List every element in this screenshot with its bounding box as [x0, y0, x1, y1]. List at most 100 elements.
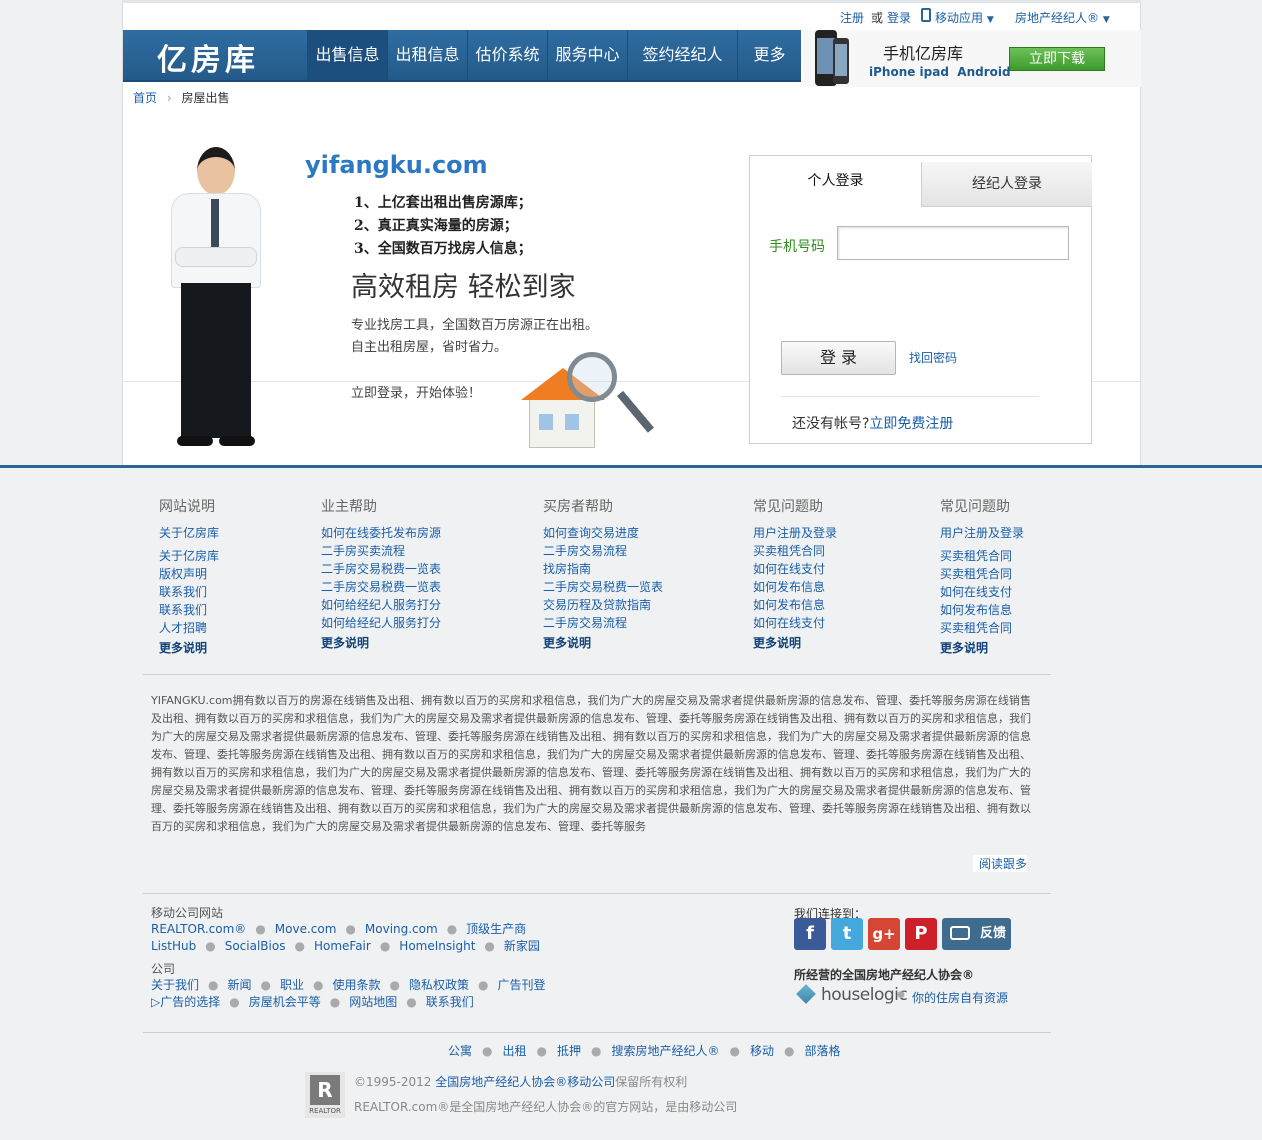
footer-link[interactable]: 交易历程及贷款指南: [543, 596, 663, 614]
nav-agents[interactable]: 签约经纪人: [627, 30, 737, 80]
footer-link[interactable]: 关于亿房库: [159, 547, 219, 565]
nav-valuation[interactable]: 估价系统: [467, 30, 547, 80]
read-more-link[interactable]: 阅读跟多: [973, 855, 1028, 872]
association-link[interactable]: 全国房地产经纪人协会®: [435, 1075, 567, 1089]
footer-link[interactable]: 买卖租凭合同: [940, 547, 1024, 565]
site-link[interactable]: ListHub: [151, 939, 196, 953]
pinterest-icon[interactable]: P: [905, 918, 937, 950]
footer-link[interactable]: 如何发布信息: [940, 601, 1024, 619]
footer-link[interactable]: 关于亿房库: [159, 524, 219, 542]
bottom-link[interactable]: 公寓: [448, 1044, 472, 1058]
footer-link[interactable]: 联系我们: [159, 583, 219, 601]
bottom-link[interactable]: 搜索房地产经纪人®: [612, 1044, 720, 1058]
site-link[interactable]: HomeInsight: [399, 939, 475, 953]
footer-link[interactable]: 如何发布信息: [753, 578, 837, 596]
footer-link[interactable]: 如何查询交易进度: [543, 524, 663, 542]
footer-col-owner: 业主帮助 如何在线委托发布房源 二手房买卖流程 二手房交易税费一览表 二手房交易…: [321, 499, 442, 652]
footer-link[interactable]: 二手房交易流程: [543, 614, 663, 632]
company-link[interactable]: 关于我们: [151, 978, 199, 992]
phone-input[interactable]: [837, 226, 1069, 260]
footer-col-faq-2: 常见问题助 用户注册及登录 买卖租凭合同 买卖租凭合同 如何在线支付 如何发布信…: [940, 499, 1025, 657]
footer-link[interactable]: 二手房买卖流程: [321, 542, 441, 560]
site-link[interactable]: REALTOR.com®: [151, 922, 246, 936]
company-link[interactable]: 隐私权政策: [409, 978, 469, 992]
company-link[interactable]: 房屋机会平等: [249, 995, 321, 1009]
footer-col-buyer: 买房者帮助 如何查询交易进度 二手房交易流程 找房指南 二手房交易税费一览表 交…: [543, 499, 664, 652]
footer-more-link[interactable]: 更多说明: [940, 639, 1024, 657]
footer-link[interactable]: 二手房交易税费一览表: [543, 578, 663, 596]
phone-icon: [921, 8, 931, 22]
footer-link[interactable]: 如何在线支付: [940, 583, 1024, 601]
google-plus-icon[interactable]: g+: [868, 918, 900, 950]
company-link[interactable]: 联系我们: [426, 995, 474, 1009]
houselogic-logo[interactable]: houselogic: [821, 985, 908, 1005]
footer-link[interactable]: 如何在线支付: [753, 614, 837, 632]
footer-col-site: 网站说明 关于亿房库 关于亿房库 版权声明 联系我们 联系我们 人才招聘 更多说…: [159, 499, 220, 657]
bottom-link[interactable]: 部落格: [805, 1044, 841, 1058]
footer-link[interactable]: 如何发布信息: [753, 596, 837, 614]
login-button[interactable]: 登 录: [781, 341, 896, 375]
mobile-promo: 手机亿房库 iPhone ipad Android 立即下载: [803, 30, 1141, 87]
site-link[interactable]: Move.com: [275, 922, 337, 936]
footer-link[interactable]: 二手房交易税费一览表: [321, 578, 441, 596]
site-link[interactable]: HomeFair: [314, 939, 371, 953]
company-link[interactable]: 广告的选择: [160, 995, 220, 1009]
footer-link[interactable]: 二手房交易税费一览表: [321, 560, 441, 578]
footer-link[interactable]: 用户注册及登录: [753, 524, 837, 542]
footer-link[interactable]: 如何给经纪人服务打分: [321, 596, 441, 614]
footer-more-link[interactable]: 更多说明: [321, 634, 441, 652]
register-free-link[interactable]: 立即免费注册: [869, 416, 953, 432]
copyright-line1: ©1995-2012 全国房地产经纪人协会®移动公司保留所有权利: [354, 1075, 688, 1089]
site-description: YIFANGKU.com拥有数以百万的房源在线销售及出租、拥有数以百万的买房和求…: [151, 694, 1031, 833]
company-link[interactable]: 新闻: [228, 978, 252, 992]
feedback-button[interactable]: 反馈: [942, 918, 1011, 950]
agent-menu[interactable]: 房地产经纪人® ▼: [1015, 9, 1110, 26]
breadcrumb-home[interactable]: 首页: [133, 91, 157, 105]
footer-link[interactable]: 二手房交易流程: [543, 542, 663, 560]
site-link[interactable]: Moving.com: [365, 922, 438, 936]
register-link[interactable]: 注册: [840, 9, 864, 26]
move-link[interactable]: 移动公司: [567, 1075, 615, 1089]
mobile-app-menu[interactable]: 移动应用 ▼: [935, 9, 994, 26]
houselogic-resource-link[interactable]: 你的住房自有资源: [912, 989, 1008, 1006]
download-button[interactable]: 立即下载: [1009, 47, 1105, 71]
bottom-link[interactable]: 出租: [503, 1044, 527, 1058]
site-link[interactable]: 顶级生产商: [466, 922, 526, 936]
copyright-line2: REALTOR.com®是全国房地产经纪人协会®的官方网站，是由移动公司: [354, 1100, 738, 1114]
footer-link[interactable]: 联系我们: [159, 601, 219, 619]
footer-link[interactable]: 人才招聘: [159, 619, 219, 637]
footer-more-link[interactable]: 更多说明: [543, 634, 663, 652]
footer-link[interactable]: 找房指南: [543, 560, 663, 578]
nav-service[interactable]: 服务中心: [547, 30, 627, 80]
footer-link[interactable]: 买卖租凭合同: [753, 542, 837, 560]
nav-sale[interactable]: 出售信息: [307, 30, 387, 80]
site-link[interactable]: 新家园: [504, 939, 540, 953]
promo-platforms: iPhone ipad Android: [869, 65, 1011, 79]
footer-link[interactable]: 如何在线委托发布房源: [321, 524, 441, 542]
tab-agent-login[interactable]: 经纪人登录: [921, 162, 1092, 207]
nav-rent[interactable]: 出租信息: [387, 30, 467, 80]
company-link[interactable]: 职业: [280, 978, 304, 992]
footer-more-link[interactable]: 更多说明: [159, 639, 219, 657]
nav-more[interactable]: 更多: [737, 30, 801, 80]
footer-link[interactable]: 买卖租凭合同: [940, 619, 1024, 637]
footer-link[interactable]: 买卖租凭合同: [940, 565, 1024, 583]
site-logo[interactable]: 亿房库: [157, 35, 259, 79]
footer-link[interactable]: 用户注册及登录: [940, 524, 1024, 542]
company-link[interactable]: 使用条款: [333, 978, 381, 992]
twitter-icon[interactable]: t: [831, 918, 863, 950]
bottom-link[interactable]: 移动: [750, 1044, 774, 1058]
company-link[interactable]: 网站地图: [349, 995, 397, 1009]
tab-personal-login[interactable]: 个人登录: [750, 155, 921, 207]
footer-link[interactable]: 版权声明: [159, 565, 219, 583]
facebook-icon[interactable]: f: [794, 918, 826, 950]
forgot-password-link[interactable]: 找回密码: [909, 349, 957, 366]
footer-more-link[interactable]: 更多说明: [753, 634, 837, 652]
bottom-link[interactable]: 抵押: [557, 1044, 581, 1058]
login-link[interactable]: 登录: [887, 9, 911, 26]
ad-choice-icon: ▷: [151, 995, 161, 1009]
site-link[interactable]: SocialBios: [225, 939, 286, 953]
footer-link[interactable]: 如何在线支付: [753, 560, 837, 578]
company-link[interactable]: 广告刊登: [498, 978, 546, 992]
footer-link[interactable]: 如何给经纪人服务打分: [321, 614, 441, 632]
